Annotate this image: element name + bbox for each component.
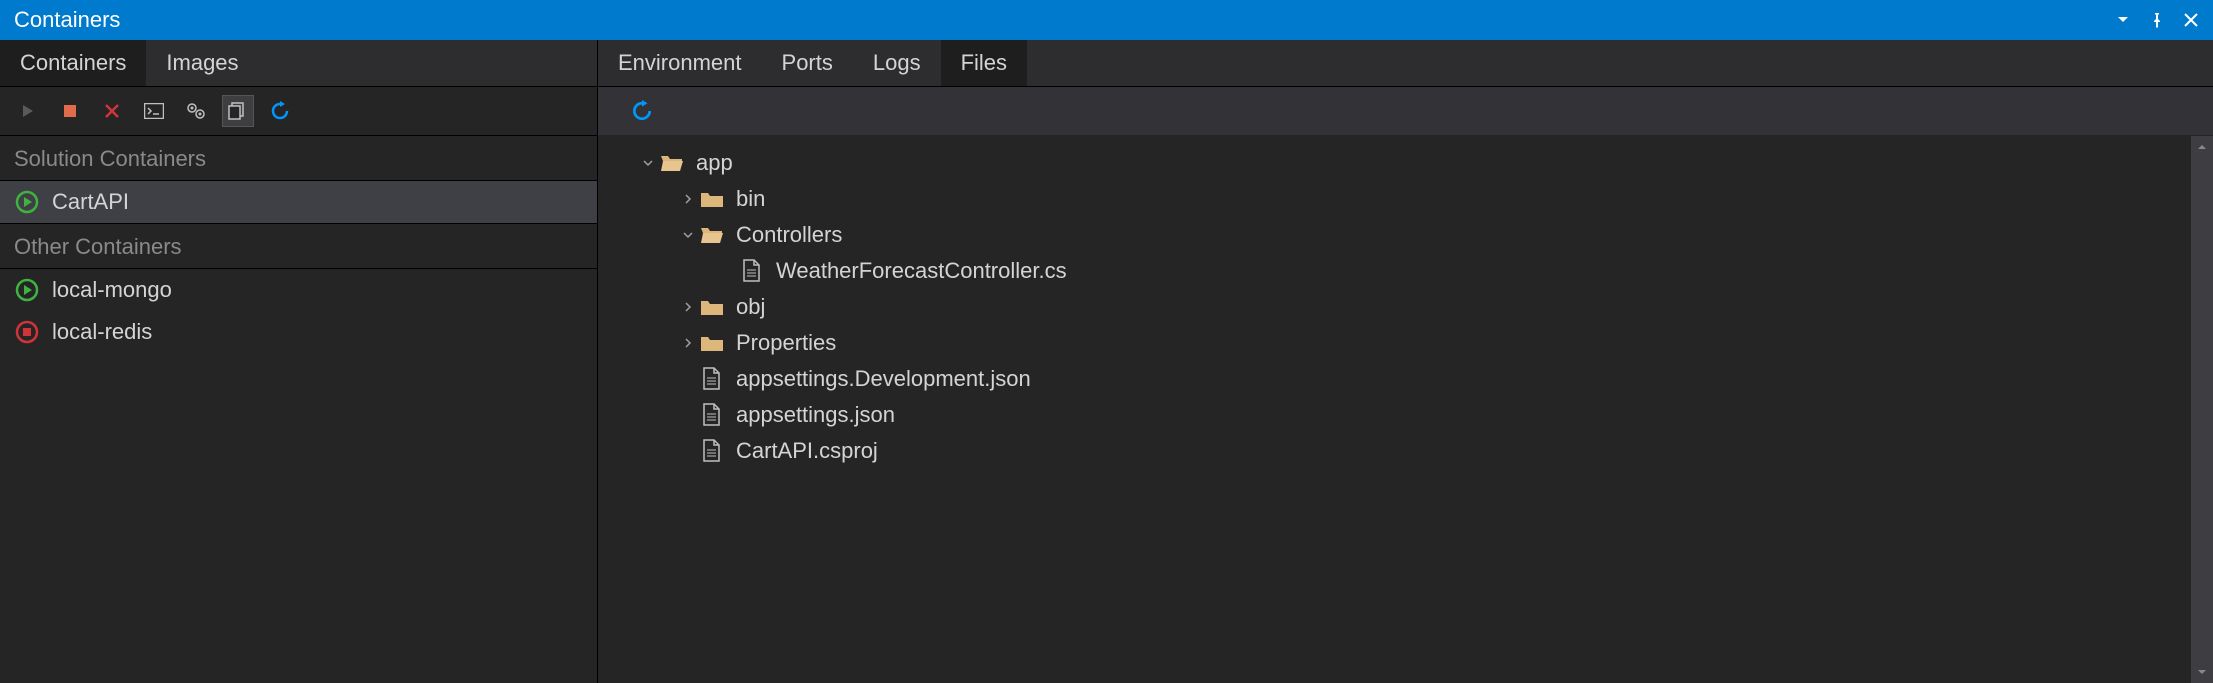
stopped-icon <box>14 319 40 345</box>
container-label: local-redis <box>52 319 152 345</box>
chevron-right-icon[interactable] <box>678 194 698 204</box>
tab-files[interactable]: Files <box>941 40 1027 86</box>
copy-button[interactable] <box>222 95 254 127</box>
window-title: Containers <box>14 7 2115 33</box>
refresh-button[interactable] <box>264 95 296 127</box>
pin-icon[interactable] <box>2149 12 2165 28</box>
running-icon <box>14 189 40 215</box>
container-label: local-mongo <box>52 277 172 303</box>
stop-button[interactable] <box>54 95 86 127</box>
right-tabs: Environment Ports Logs Files <box>598 40 2213 87</box>
file-tree: app bin <box>598 135 2213 683</box>
left-toolbar <box>0 87 597 135</box>
folder-icon <box>698 185 726 213</box>
scroll-up-icon[interactable] <box>2191 136 2213 158</box>
chevron-right-icon[interactable] <box>678 302 698 312</box>
tree-label: appsettings.Development.json <box>736 366 1031 392</box>
right-panel: Environment Ports Logs Files <box>598 40 2213 683</box>
start-button[interactable] <box>12 95 44 127</box>
tree-label: bin <box>736 186 765 212</box>
tree-file-csproj[interactable]: CartAPI.csproj <box>598 433 2213 469</box>
file-icon <box>698 437 726 465</box>
refresh-files-button[interactable] <box>626 95 658 127</box>
folder-open-icon <box>658 149 686 177</box>
tree-label: WeatherForecastController.cs <box>776 258 1067 284</box>
folder-icon <box>698 329 726 357</box>
container-item-cartapi[interactable]: CartAPI <box>0 181 597 223</box>
tab-images[interactable]: Images <box>146 40 258 86</box>
running-icon <box>14 277 40 303</box>
tab-logs[interactable]: Logs <box>853 40 941 86</box>
delete-button[interactable] <box>96 95 128 127</box>
container-label: CartAPI <box>52 189 129 215</box>
group-header-other: Other Containers <box>0 223 597 269</box>
tree-folder-controllers[interactable]: Controllers <box>598 217 2213 253</box>
file-icon <box>738 257 766 285</box>
tree-label: obj <box>736 294 765 320</box>
chevron-down-icon[interactable] <box>678 230 698 240</box>
tab-containers[interactable]: Containers <box>0 40 146 86</box>
terminal-button[interactable] <box>138 95 170 127</box>
tab-environment[interactable]: Environment <box>598 40 762 86</box>
chevron-down-icon[interactable] <box>638 158 658 168</box>
window-dropdown-icon[interactable] <box>2115 12 2131 28</box>
file-icon <box>698 365 726 393</box>
tree-label: app <box>696 150 733 176</box>
container-item-local-redis[interactable]: local-redis <box>0 311 597 353</box>
folder-icon <box>698 293 726 321</box>
tree-folder-obj[interactable]: obj <box>598 289 2213 325</box>
settings-button[interactable] <box>180 95 212 127</box>
file-icon <box>698 401 726 429</box>
tree-label: CartAPI.csproj <box>736 438 878 464</box>
folder-open-icon <box>698 221 726 249</box>
container-item-local-mongo[interactable]: local-mongo <box>0 269 597 311</box>
tree-label: Properties <box>736 330 836 356</box>
group-header-solution: Solution Containers <box>0 135 597 181</box>
tree-file-appsettings-dev[interactable]: appsettings.Development.json <box>598 361 2213 397</box>
tree-file-appsettings[interactable]: appsettings.json <box>598 397 2213 433</box>
tree-folder-app[interactable]: app <box>598 145 2213 181</box>
tab-ports[interactable]: Ports <box>762 40 853 86</box>
left-tabs: Containers Images <box>0 40 597 87</box>
tree-folder-properties[interactable]: Properties <box>598 325 2213 361</box>
tree-folder-bin[interactable]: bin <box>598 181 2213 217</box>
tree-label: Controllers <box>736 222 842 248</box>
left-panel: Containers Images <box>0 40 598 683</box>
chevron-right-icon[interactable] <box>678 338 698 348</box>
vertical-scrollbar[interactable] <box>2191 136 2213 683</box>
tree-label: appsettings.json <box>736 402 895 428</box>
close-icon[interactable] <box>2183 12 2199 28</box>
titlebar: Containers <box>0 0 2213 40</box>
scroll-down-icon[interactable] <box>2191 661 2213 683</box>
right-toolbar <box>598 87 2213 135</box>
window-controls <box>2115 12 2199 28</box>
tree-file-weather[interactable]: WeatherForecastController.cs <box>598 253 2213 289</box>
